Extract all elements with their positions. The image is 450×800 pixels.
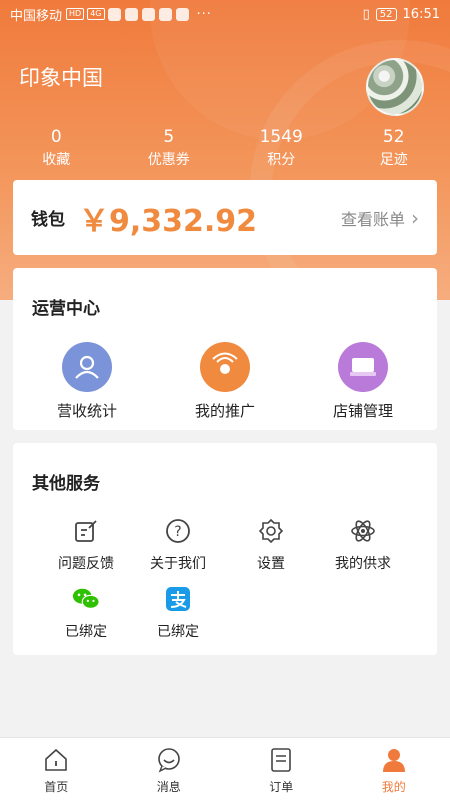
stat-points[interactable]: 1549 积分 xyxy=(225,126,338,169)
notification-icon xyxy=(141,7,155,21)
stats-row: 0 收藏 5 优惠券 1549 积分 52 足迹 xyxy=(0,126,450,169)
settings-label: 设置 xyxy=(257,556,285,572)
bottom-tab-bar: 首页 消息 订单 我的 xyxy=(0,737,450,800)
svg-text:?: ? xyxy=(174,524,181,540)
promotion-icon xyxy=(200,342,250,392)
stat-coupons[interactable]: 5 优惠券 xyxy=(113,126,226,169)
revenue-icon xyxy=(62,342,112,392)
tab-home-label: 首页 xyxy=(44,780,69,794)
help-icon: ? xyxy=(164,517,192,545)
vibrate-icon: ▯ xyxy=(362,6,370,22)
tab-orders-label: 订单 xyxy=(269,780,294,794)
gear-icon xyxy=(257,517,285,545)
feedback-button[interactable]: 问题反馈 xyxy=(38,517,134,573)
stat-label: 足迹 xyxy=(379,152,408,168)
shop-name: 印象中国 xyxy=(19,66,103,90)
tab-mine[interactable]: 我的 xyxy=(338,738,450,800)
stat-favorites[interactable]: 0 收藏 xyxy=(0,126,113,169)
atom-icon xyxy=(349,517,377,545)
carrier-name: 中国移动 xyxy=(10,8,63,24)
stat-footprints[interactable]: 52 足迹 xyxy=(338,126,450,169)
stat-value: 0 xyxy=(50,127,62,147)
revenue-stats-label: 营收统计 xyxy=(56,402,117,420)
alipay-bound-button[interactable]: 已绑定 xyxy=(130,585,226,641)
order-icon xyxy=(267,746,295,774)
wallet-card: 钱包 ￥9,332.92 查看账单 › xyxy=(13,180,437,255)
notification-icon xyxy=(107,7,121,21)
more-notifications-icon: ··· xyxy=(196,6,212,22)
tab-home[interactable]: 首页 xyxy=(0,738,113,800)
notification-icon xyxy=(158,7,172,21)
stat-label: 优惠券 xyxy=(147,152,190,168)
tab-mine-label: 我的 xyxy=(381,780,406,794)
wechat-bound-button[interactable]: 已绑定 xyxy=(38,585,134,641)
notification-icon xyxy=(175,7,189,21)
about-us-button[interactable]: ? 关于我们 xyxy=(130,517,226,573)
avatar[interactable] xyxy=(366,58,424,116)
view-bill-link[interactable]: 查看账单 › xyxy=(341,206,419,230)
store-management-label: 店铺管理 xyxy=(332,402,393,420)
stat-value: 1549 xyxy=(259,127,303,147)
alipay-bound-label: 已绑定 xyxy=(157,624,199,640)
store-management-button[interactable]: 店铺管理 xyxy=(303,342,423,421)
settings-button[interactable]: 设置 xyxy=(223,517,319,573)
message-icon xyxy=(155,746,183,774)
my-promotion-label: 我的推广 xyxy=(194,402,255,420)
stat-label: 收藏 xyxy=(42,152,71,168)
view-bill-label: 查看账单 xyxy=(340,209,405,229)
about-us-label: 关于我们 xyxy=(150,556,206,572)
user-icon xyxy=(380,746,408,774)
tab-messages-label: 消息 xyxy=(156,780,181,794)
feedback-label: 问题反馈 xyxy=(58,556,114,572)
stat-value: 52 xyxy=(382,127,405,147)
tab-orders[interactable]: 订单 xyxy=(225,738,338,800)
revenue-stats-button[interactable]: 营收统计 xyxy=(27,342,147,421)
my-supply-demand-label: 我的供求 xyxy=(335,556,391,572)
wallet-title: 钱包 xyxy=(31,210,65,230)
chevron-right-icon: › xyxy=(411,205,419,230)
alipay-icon xyxy=(164,585,192,613)
hd-badge: HD xyxy=(66,8,85,20)
clock: 16:51 xyxy=(402,6,440,22)
stat-value: 5 xyxy=(163,127,175,147)
operations-card: 运营中心 营收统计 我的推广 店铺管理 xyxy=(13,268,437,430)
my-supply-demand-button[interactable]: 我的供求 xyxy=(315,517,411,573)
stat-label: 积分 xyxy=(267,152,296,168)
status-bar: 中国移动 HD 4G ··· ▯ 52 16:51 xyxy=(0,0,450,28)
other-services-title: 其他服务 xyxy=(32,474,100,494)
tab-messages[interactable]: 消息 xyxy=(113,738,226,800)
battery-icon: 52 xyxy=(375,7,397,21)
wechat-bound-label: 已绑定 xyxy=(65,624,107,640)
my-promotion-button[interactable]: 我的推广 xyxy=(165,342,285,421)
signal-icon: 4G xyxy=(87,8,105,20)
notification-icon xyxy=(124,7,138,21)
wechat-icon xyxy=(72,585,100,613)
store-icon xyxy=(338,342,388,392)
operations-title: 运营中心 xyxy=(32,299,100,319)
home-icon xyxy=(42,746,70,774)
feedback-icon xyxy=(72,517,100,545)
other-services-card: 其他服务 问题反馈 ? 关于我们 设置 我的供求 已绑定 已绑定 xyxy=(13,443,437,655)
wallet-balance: ￥9,332.92 xyxy=(79,203,258,239)
